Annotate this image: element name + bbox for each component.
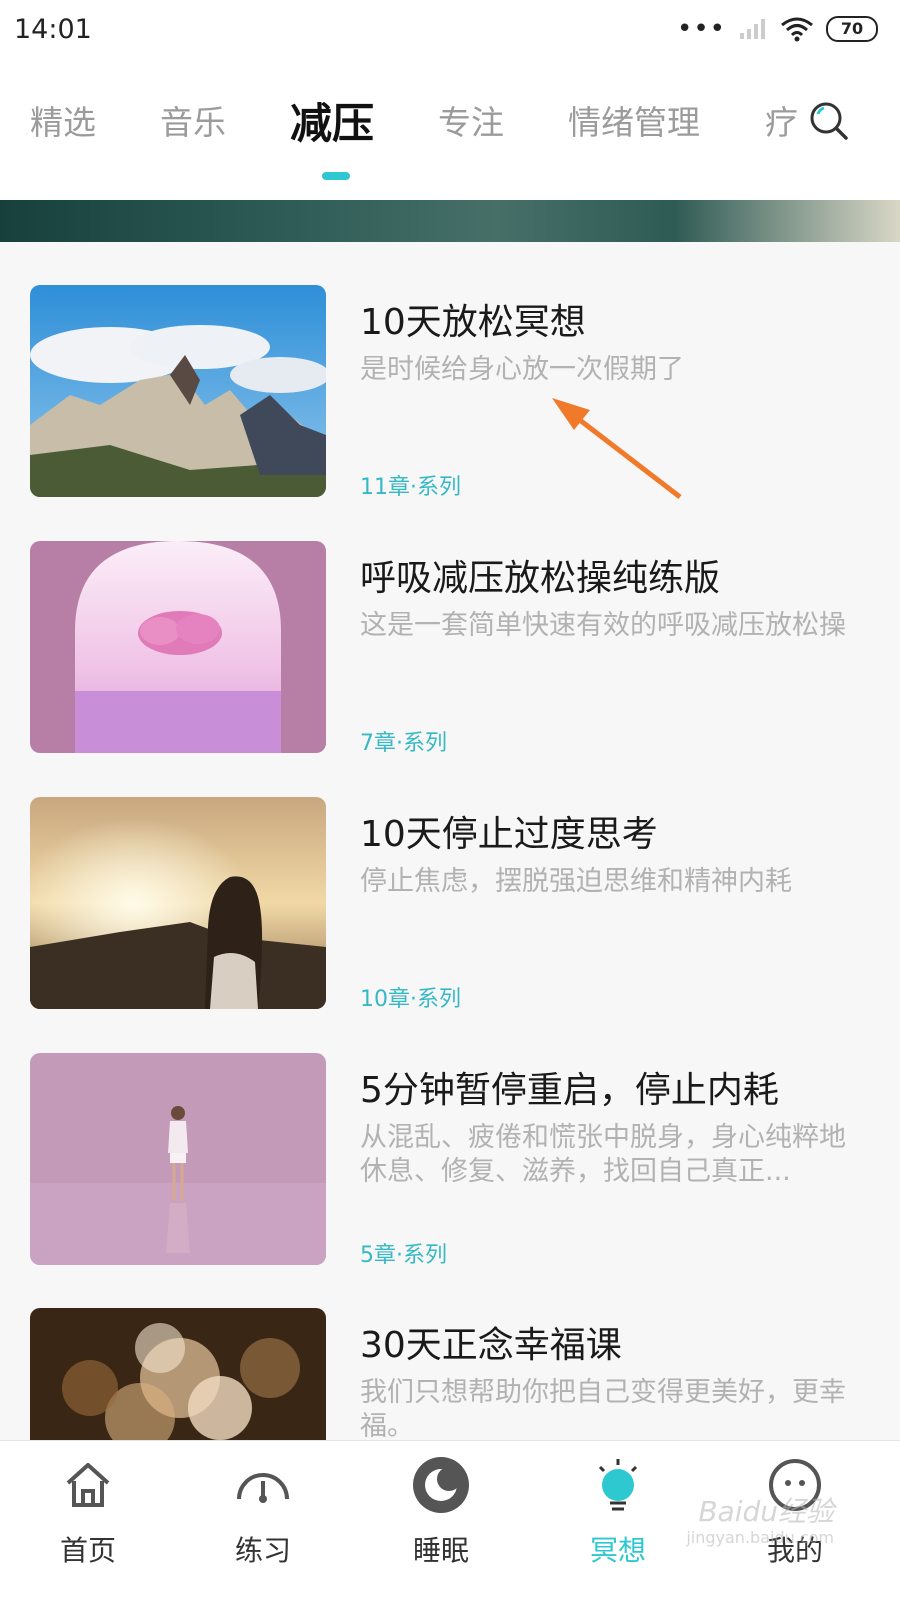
list-item[interactable]: 10天放松冥想 是时候给身心放一次假期了 11章·系列 — [30, 285, 870, 500]
sunset-woman-thumbnail — [30, 797, 326, 1009]
mountain-thumbnail — [30, 285, 326, 497]
battery-indicator: 70 — [826, 16, 878, 42]
list-item[interactable]: 5分钟暂停重启，停止内耗 从混乱、疲倦和慌张中脱身，身心纯粹地休息、修复、滋养，… — [30, 1053, 870, 1268]
tab-jingxuan[interactable]: 精选 — [30, 96, 96, 144]
tab-focus[interactable]: 专注 — [438, 96, 504, 144]
status-time: 14:01 — [14, 14, 92, 45]
item-description: 停止焦虑，摆脱强迫思维和精神内耗 — [360, 866, 792, 897]
nav-home[interactable]: 首页 — [28, 1451, 148, 1591]
watermark-url: jingyan.baidu.com — [686, 1528, 834, 1547]
item-description: 从混乱、疲倦和慌张中脱身，身心纯粹地休息、修复、滋养，找回自己真正... — [360, 1122, 846, 1187]
list-item[interactable]: 30天正念幸福课 我们只想帮助你把自己变得更美好，更幸福。 — [30, 1308, 870, 1462]
item-chapters: 7章·系列 — [360, 731, 447, 756]
gauge-icon — [237, 1473, 289, 1503]
bokeh-thumbnail — [30, 1308, 326, 1462]
course-list: 10天放松冥想 是时候给身心放一次假期了 11章·系列 呼吸减压放松操纯练版 这… — [0, 242, 900, 1462]
item-chapters: 11章·系列 — [360, 475, 461, 500]
item-title: 30天正念幸福课 — [360, 1325, 622, 1366]
item-title: 10天放松冥想 — [360, 302, 586, 343]
tab-therapy-partial[interactable]: 疗 — [765, 96, 798, 144]
item-chapters: 5章·系列 — [360, 1243, 447, 1268]
nav-label: 首页 — [59, 1534, 116, 1567]
pink-salt-flat-thumbnail — [30, 1053, 326, 1265]
search-icon[interactable] — [808, 100, 850, 142]
nav-label: 睡眠 — [412, 1534, 469, 1567]
meditation-bulb-icon — [598, 1459, 638, 1511]
item-description: 我们只想帮助你把自己变得更美好，更幸福。 — [360, 1377, 846, 1442]
moon-icon — [413, 1457, 469, 1513]
watermark: Baidu经验 — [698, 1495, 834, 1528]
nav-sleep[interactable]: 睡眠 — [381, 1451, 501, 1591]
cell-signal-icon — [740, 19, 765, 39]
item-title: 10天停止过度思考 — [360, 814, 658, 855]
pink-arch-thumbnail — [30, 541, 326, 753]
status-bar: 14:01 ••• 70 — [0, 0, 900, 62]
item-title: 5分钟暂停重启，停止内耗 — [360, 1070, 779, 1111]
nav-label: 冥想 — [589, 1534, 646, 1567]
nav-meditation[interactable]: 冥想 — [558, 1451, 678, 1591]
item-description: 是时候给身心放一次假期了 — [360, 354, 684, 385]
tab-music[interactable]: 音乐 — [160, 96, 226, 144]
item-description: 这是一套简单快速有效的呼吸减压放松操 — [360, 610, 846, 641]
list-item[interactable]: 呼吸减压放松操纯练版 这是一套简单快速有效的呼吸减压放松操 7章·系列 — [30, 541, 870, 756]
tab-emotion-management[interactable]: 情绪管理 — [568, 96, 700, 144]
item-title: 呼吸减压放松操纯练版 — [360, 558, 721, 599]
banner-image[interactable] — [0, 200, 900, 242]
home-icon — [66, 1463, 110, 1507]
wifi-icon — [781, 17, 813, 42]
nav-label: 练习 — [234, 1534, 291, 1567]
status-icons: ••• 70 — [677, 16, 878, 42]
nav-practice[interactable]: 练习 — [203, 1451, 323, 1591]
list-item[interactable]: 10天停止过度思考 停止焦虑，摆脱强迫思维和精神内耗 10章·系列 — [30, 797, 870, 1012]
more-dots-icon: ••• — [676, 14, 726, 44]
category-tabs: 精选 音乐 减压 专注 情绪管理 疗 — [0, 62, 900, 200]
item-chapters: 10章·系列 — [360, 987, 461, 1012]
tab-stress-relief[interactable]: 减压 — [290, 90, 374, 151]
active-tab-indicator — [322, 172, 350, 180]
